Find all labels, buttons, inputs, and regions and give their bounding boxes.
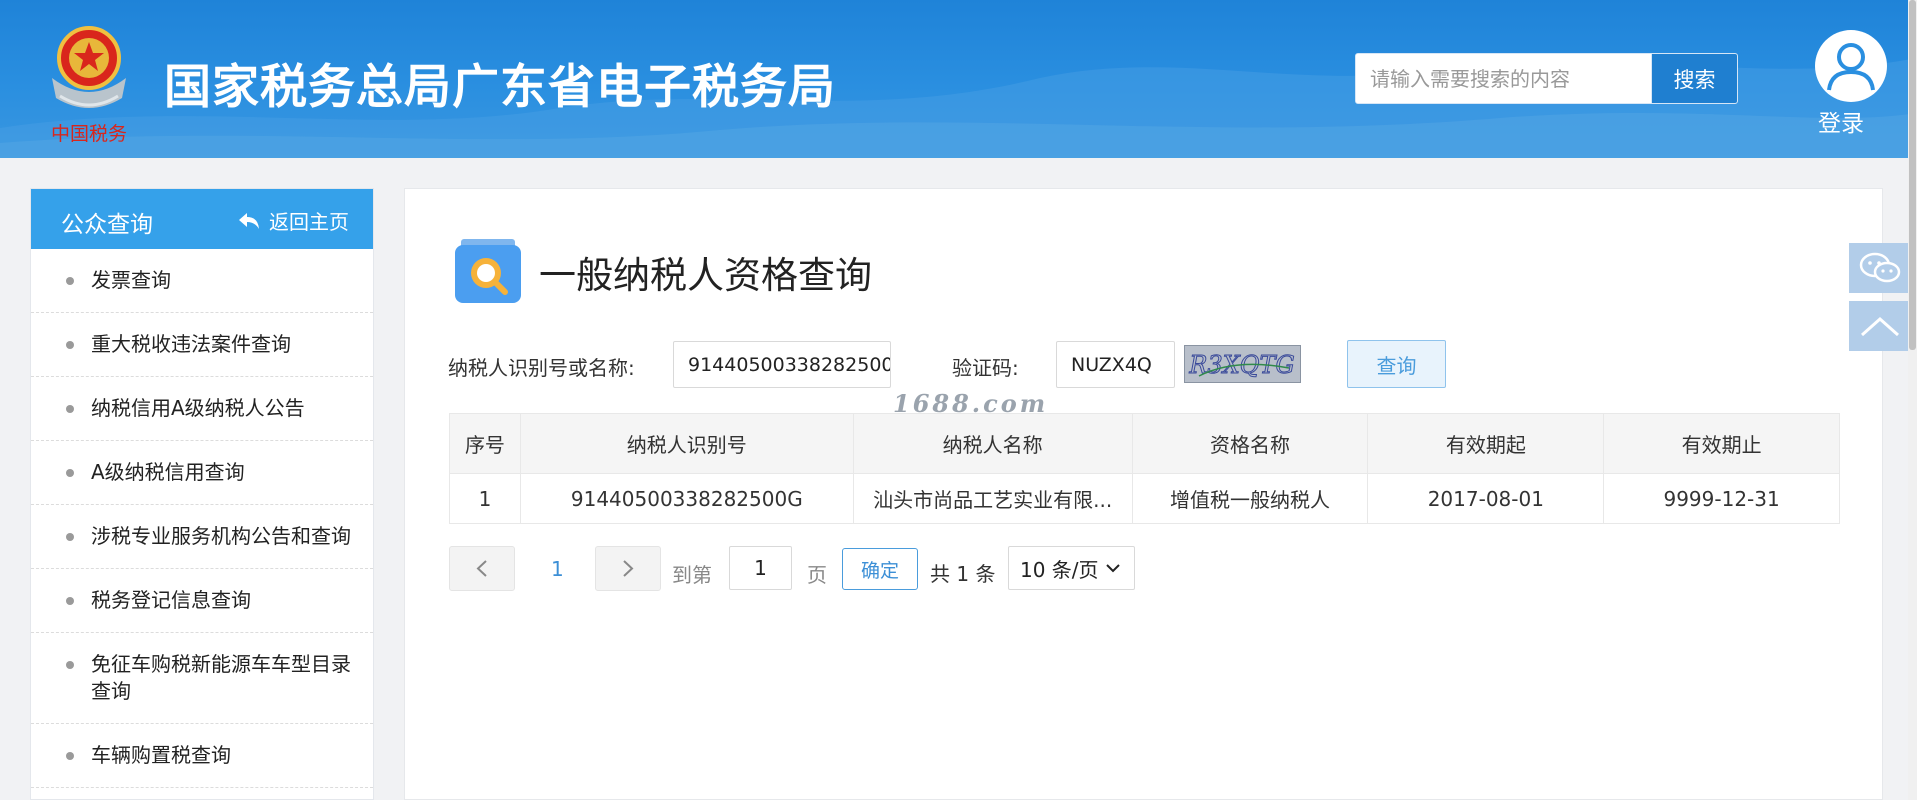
sidebar-item-registration-info[interactable]: 税务登记信息查询	[31, 569, 373, 633]
bullet-icon	[66, 533, 74, 541]
chevron-left-icon	[476, 560, 487, 577]
bullet-icon	[66, 405, 74, 413]
total-count: 共 1 条	[930, 562, 996, 586]
back-to-top-button[interactable]	[1849, 301, 1911, 351]
sidebar-item-new-energy-vehicle[interactable]: 免征车购税新能源车车型目录查询	[31, 633, 373, 724]
sidebar-header: 公众查询 返回主页	[31, 189, 373, 249]
login-link[interactable]: 登录	[1818, 104, 1864, 138]
goto-confirm-button[interactable]: 确定	[842, 548, 918, 590]
cell-taxpayer-id: 91440500338282500G	[519, 473, 854, 524]
next-page-button[interactable]	[595, 546, 661, 591]
bullet-icon	[66, 661, 74, 669]
sidebar-item-service-agency[interactable]: 涉税专业服务机构公告和查询	[31, 505, 373, 569]
svg-text:中国税务: 中国税务	[51, 123, 127, 145]
chevron-up-icon	[1861, 316, 1899, 337]
page-number-current[interactable]: 1	[551, 557, 564, 581]
cell-index: 1	[449, 473, 521, 524]
back-home-link[interactable]: 返回主页	[237, 206, 349, 235]
goto-label: 到第	[672, 563, 712, 587]
chevron-right-icon	[623, 560, 634, 577]
bullet-icon	[66, 752, 74, 760]
sidebar-item-invoice-query[interactable]: 发票查询	[31, 249, 373, 313]
site-title: 国家税务总局广东省电子税务局	[164, 60, 836, 115]
sidebar-item-vehicle-purchase-tax[interactable]: 车辆购置税查询	[31, 724, 373, 788]
page-size-value: 10 条/页	[1020, 557, 1099, 582]
cell-valid-from: 2017-08-01	[1367, 473, 1605, 524]
col-valid-to: 有效期止	[1603, 413, 1840, 474]
site-header: 中国税务 国家税务总局广东省电子税务局 搜索 登录	[0, 0, 1917, 158]
col-index: 序号	[449, 413, 521, 474]
cell-taxpayer-name: 汕头市尚品工艺实业有限...	[852, 473, 1133, 524]
search-page-icon	[453, 237, 523, 305]
cell-qualification: 增值税一般纳税人	[1131, 473, 1369, 524]
main-panel: 一般纳税人资格查询 纳税人识别号或名称: 验证码: R3XQTG 查询 1688…	[404, 188, 1883, 800]
sidebar: 公众查询 返回主页 发票查询 重大税收违法案件查询 纳税信用A级纳税人公告 A级…	[30, 188, 374, 800]
search-input[interactable]	[1356, 54, 1651, 103]
user-avatar-icon[interactable]	[1815, 30, 1887, 102]
bullet-icon	[66, 597, 74, 605]
return-arrow-icon	[239, 212, 259, 229]
bullet-icon	[66, 469, 74, 477]
taxpayer-id-input[interactable]	[673, 341, 891, 388]
results-table: 序号 纳税人识别号 纳税人名称 资格名称 有效期起 有效期止 1 9144050…	[449, 413, 1840, 524]
page-unit-label: 页	[807, 563, 827, 587]
bullet-icon	[66, 277, 74, 285]
chevron-down-icon	[1105, 564, 1120, 573]
prev-page-button[interactable]	[449, 546, 515, 591]
captcha-image[interactable]: R3XQTG	[1184, 345, 1301, 383]
sidebar-item-violation-case-query[interactable]: 重大税收违法案件查询	[31, 313, 373, 377]
search-box: 搜索	[1355, 53, 1738, 104]
query-button[interactable]: 查询	[1347, 340, 1446, 388]
table-header-row: 序号 纳税人识别号 纳税人名称 资格名称 有效期起 有效期止	[449, 413, 1840, 474]
page-title: 一般纳税人资格查询	[539, 254, 872, 297]
wechat-float-button[interactable]	[1849, 243, 1911, 293]
cell-valid-to: 9999-12-31	[1603, 473, 1840, 524]
search-button[interactable]: 搜索	[1651, 54, 1737, 103]
col-qualification: 资格名称	[1131, 413, 1369, 474]
captcha-label: 验证码:	[952, 356, 1019, 380]
bullet-icon	[66, 341, 74, 349]
col-valid-from: 有效期起	[1367, 413, 1605, 474]
col-taxpayer-id: 纳税人识别号	[519, 413, 854, 474]
tax-emblem-logo: 中国税务	[40, 18, 138, 146]
sidebar-item-credit-a-announcement[interactable]: 纳税信用A级纳税人公告	[31, 377, 373, 441]
sidebar-title: 公众查询	[61, 212, 153, 238]
captcha-input[interactable]	[1056, 341, 1175, 388]
scrollbar-thumb[interactable]	[1909, 0, 1916, 350]
sidebar-item-credit-a-query[interactable]: A级纳税信用查询	[31, 441, 373, 505]
page-size-select[interactable]: 10 条/页	[1008, 546, 1135, 590]
goto-page-input[interactable]	[729, 546, 792, 590]
table-row: 1 91440500338282500G 汕头市尚品工艺实业有限... 增值税一…	[449, 473, 1840, 524]
taxpayer-label: 纳税人识别号或名称:	[448, 356, 635, 380]
back-home-label: 返回主页	[269, 210, 349, 234]
wechat-icon	[1859, 252, 1901, 283]
col-taxpayer-name: 纳税人名称	[852, 413, 1133, 474]
